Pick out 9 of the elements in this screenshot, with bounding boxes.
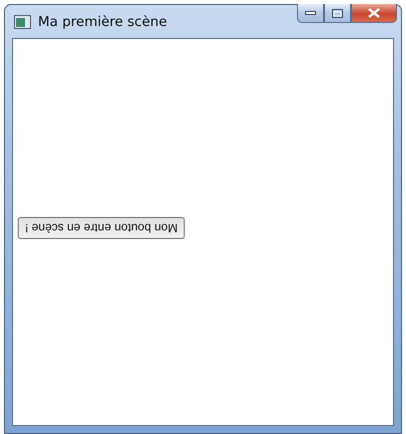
close-icon <box>368 8 380 18</box>
window-icon <box>14 14 31 28</box>
minimize-icon <box>305 11 316 15</box>
close-button[interactable] <box>351 4 397 23</box>
window-title: Ma première scène <box>38 14 168 30</box>
minimize-button[interactable] <box>297 4 324 23</box>
maximize-icon <box>332 8 343 18</box>
maximize-button[interactable] <box>324 4 351 23</box>
scene-button[interactable]: Mon bouton entre en scène ! <box>18 217 185 239</box>
